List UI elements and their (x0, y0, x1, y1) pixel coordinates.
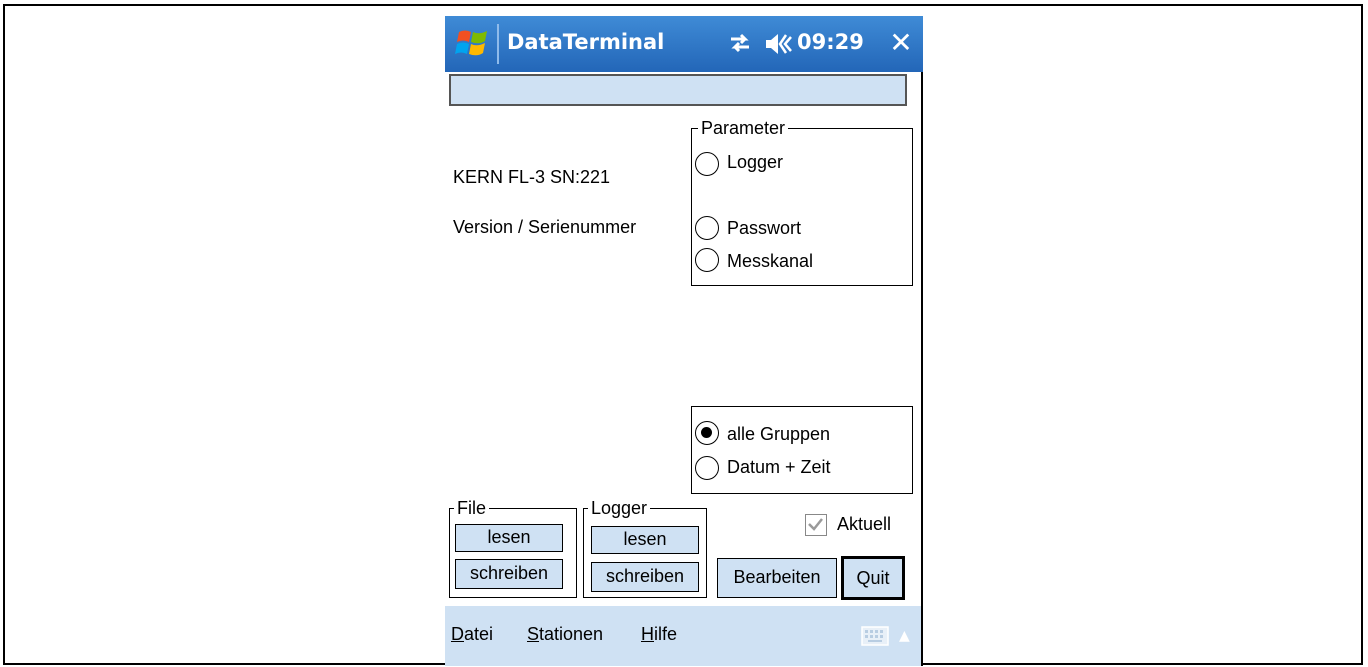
radio-messkanal[interactable] (695, 248, 719, 272)
menu-datei-mnemonic: D (451, 624, 464, 644)
keyboard-icon[interactable] (861, 626, 889, 646)
device-info-label: KERN FL-3 SN:221 (453, 167, 611, 187)
pocket-pc-window: DataTerminal 09:29 ✕ KERN FL-3 SN:221 Ve… (445, 16, 923, 666)
menu-hilfe-mnemonic: H (641, 624, 654, 644)
radio-logger[interactable] (695, 152, 719, 176)
title-bar: DataTerminal 09:29 ✕ (445, 16, 923, 72)
logger-write-button[interactable]: schreiben (591, 562, 699, 592)
logger-group-title: Logger (588, 496, 651, 520)
radio-alle-gruppen[interactable] (695, 421, 719, 445)
radio-messkanal-label[interactable]: Messkanal (727, 251, 813, 272)
logger-read-button[interactable]: lesen (591, 526, 699, 554)
menu-stationen[interactable]: Stationen (527, 624, 603, 645)
edit-button[interactable]: Bearbeiten (717, 558, 837, 598)
radio-alle-gruppen-label[interactable]: alle Gruppen (727, 424, 830, 445)
connectivity-arrows-icon[interactable] (727, 30, 753, 56)
radio-passwort[interactable] (695, 216, 719, 240)
radio-passwort-label[interactable]: Passwort (727, 218, 801, 239)
menu-hilfe-text: ilfe (654, 624, 678, 644)
input-panel-arrow-icon[interactable]: ▲ (899, 628, 910, 644)
radio-logger-label[interactable]: Logger (727, 152, 783, 173)
version-serial-label: Version / Serienummer (453, 217, 637, 237)
file-read-button[interactable]: lesen (455, 524, 563, 552)
clock[interactable]: 09:29 (797, 30, 864, 54)
quit-button[interactable]: Quit (841, 556, 905, 600)
windows-flag-icon[interactable] (455, 26, 491, 62)
speaker-muted-icon[interactable] (763, 31, 793, 57)
parameter-group-title: Parameter (698, 116, 789, 140)
radio-datum-zeit[interactable] (695, 456, 719, 480)
scope-groupbox (691, 406, 913, 494)
menu-datei-text: atei (464, 624, 494, 644)
menu-stationen-mnemonic: S (527, 624, 540, 644)
title-separator (497, 24, 499, 64)
menu-stationen-text: tationen (539, 624, 604, 644)
status-field (449, 74, 907, 106)
aktuell-label[interactable]: Aktuell (837, 514, 891, 535)
checkmark-icon (808, 518, 823, 531)
close-button[interactable]: ✕ (887, 26, 915, 60)
menu-bar: Datei Stationen Hilfe ▲ (445, 606, 921, 666)
radio-selected-dot (701, 427, 712, 438)
file-write-button[interactable]: schreiben (455, 559, 563, 589)
file-group-title: File (454, 496, 490, 520)
app-title: DataTerminal (507, 30, 665, 54)
menu-hilfe[interactable]: Hilfe (641, 624, 677, 645)
menu-datei[interactable]: Datei (451, 624, 493, 645)
aktuell-checkbox[interactable] (805, 514, 827, 536)
radio-datum-zeit-label[interactable]: Datum + Zeit (727, 457, 831, 478)
